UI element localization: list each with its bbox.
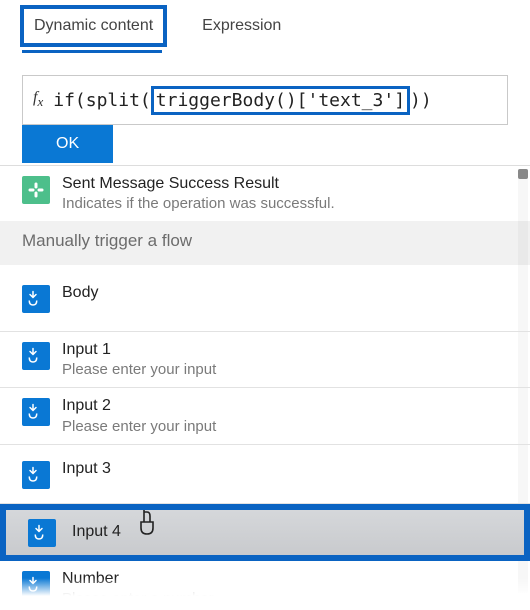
list-item-number[interactable]: Number Please enter a number — [0, 561, 530, 596]
input-icon — [22, 398, 50, 426]
list-item-desc: Please enter your input — [62, 418, 216, 436]
tab-bar: Dynamic content Expression — [0, 0, 530, 47]
list-item-title: Number — [62, 569, 214, 588]
input-icon — [22, 571, 50, 596]
dynamic-content-panel: Dynamic content Expression fx if(split(t… — [0, 0, 530, 610]
expression-token-highlighted: triggerBody()['text_3'] — [151, 86, 410, 115]
list-item-input-2[interactable]: Input 2 Please enter your input — [0, 388, 530, 444]
section-header-manual-trigger: Manually trigger a flow — [0, 221, 530, 265]
expression-text: if(split(triggerBody()['text_3'])) — [53, 90, 431, 111]
list-item-body[interactable]: Body — [0, 265, 530, 332]
dynamic-content-list: Sent Message Success Result Indicates if… — [0, 165, 530, 596]
expression-input-row[interactable]: fx if(split(triggerBody()['text_3'])) — [22, 75, 508, 125]
list-item-desc: Indicates if the operation was successfu… — [62, 195, 335, 213]
ok-button[interactable]: OK — [22, 125, 113, 163]
input-icon — [28, 519, 56, 547]
tab-active-indicator — [22, 50, 162, 53]
list-item-title: Input 3 — [62, 459, 111, 478]
list-item-desc: Please enter a number — [62, 590, 214, 596]
list-item-title: Input 1 — [62, 340, 216, 359]
slack-icon — [22, 176, 50, 204]
list-item-title: Input 2 — [62, 396, 216, 415]
list-item-success-result[interactable]: Sent Message Success Result Indicates if… — [0, 166, 530, 221]
input-icon — [22, 461, 50, 489]
fx-icon: fx — [23, 89, 53, 110]
list-item-input-1[interactable]: Input 1 Please enter your input — [0, 332, 530, 388]
list-item-desc: Please enter your input — [62, 361, 216, 379]
list-item-title: Sent Message Success Result — [62, 174, 335, 193]
list-item-title: Input 4 — [72, 522, 121, 541]
list-item-input-4[interactable]: Input 4 — [0, 504, 530, 561]
tab-expression[interactable]: Expression — [192, 9, 291, 43]
input-icon — [22, 342, 50, 370]
tab-dynamic-content[interactable]: Dynamic content — [20, 5, 167, 47]
list-item-input-3[interactable]: Input 3 — [0, 445, 530, 504]
input-icon — [22, 285, 50, 313]
list-item-title: Body — [62, 283, 98, 302]
